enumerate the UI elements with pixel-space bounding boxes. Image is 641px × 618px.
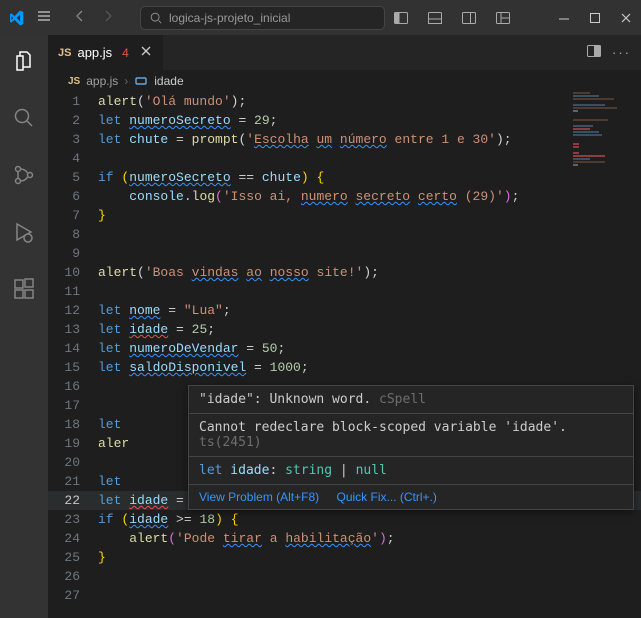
hover-message: Cannot redeclare block-scoped variable '…: [199, 420, 567, 435]
breadcrumb-symbol[interactable]: idade: [154, 74, 183, 88]
line-number: 12: [48, 301, 98, 320]
line-number: 14: [48, 339, 98, 358]
nav-back-icon[interactable]: [72, 8, 88, 27]
activity-bar: [0, 35, 48, 618]
line-number: 24: [48, 529, 98, 548]
tab-label: app.js: [77, 45, 112, 60]
vscode-logo-icon: [8, 10, 24, 26]
command-center[interactable]: logica-js-projeto_inicial: [140, 6, 385, 30]
line-number: 19: [48, 434, 98, 453]
line-number: 6: [48, 187, 98, 206]
line-number: 4: [48, 149, 98, 168]
line-number: 5: [48, 168, 98, 187]
chevron-right-icon: ›: [124, 74, 128, 88]
line-number: 3: [48, 130, 98, 149]
line-number: 17: [48, 396, 98, 415]
maximize-icon[interactable]: [589, 12, 601, 24]
editor-tabs: JS app.js 4 ···: [48, 35, 641, 70]
split-editor-icon[interactable]: [586, 43, 602, 62]
layout-panel-icon[interactable]: [427, 10, 443, 26]
hover-message: "idade": Unknown word.: [199, 392, 371, 407]
search-text: logica-js-projeto_inicial: [169, 11, 290, 25]
line-number: 23: [48, 510, 98, 529]
explorer-icon[interactable]: [6, 43, 42, 82]
hover-widget: "idade": Unknown word. cSpell Cannot red…: [188, 385, 634, 510]
layout-sidebar-left-icon[interactable]: [393, 10, 409, 26]
line-number: 2: [48, 111, 98, 130]
line-number: 10: [48, 263, 98, 282]
editor-area: JS app.js 4 ··· JS app.js › idade 1alert…: [48, 35, 641, 618]
line-number: 16: [48, 377, 98, 396]
line-number: 9: [48, 244, 98, 263]
run-debug-icon[interactable]: [6, 214, 42, 253]
code-editor[interactable]: 1alert('Olá mundo'); 2let numeroSecreto …: [48, 92, 641, 605]
minimap[interactable]: [573, 92, 631, 172]
search-icon: [149, 11, 163, 25]
more-actions-icon[interactable]: ···: [612, 45, 631, 60]
line-number: 26: [48, 567, 98, 586]
minimize-icon[interactable]: [557, 11, 571, 25]
tab-close-icon[interactable]: [139, 44, 153, 61]
line-number: 20: [48, 453, 98, 472]
close-icon[interactable]: [619, 11, 633, 25]
title-bar: logica-js-projeto_inicial: [0, 0, 641, 35]
view-problem-link[interactable]: View Problem (Alt+F8): [199, 490, 319, 504]
line-number: 7: [48, 206, 98, 225]
line-number: 15: [48, 358, 98, 377]
menu-icon[interactable]: [32, 4, 56, 31]
line-number: 18: [48, 415, 98, 434]
breadcrumb-file[interactable]: app.js: [86, 74, 118, 88]
line-number: 25: [48, 548, 98, 567]
tab-app-js[interactable]: JS app.js 4: [48, 35, 164, 70]
extensions-icon[interactable]: [6, 271, 42, 310]
js-file-icon: JS: [58, 47, 71, 59]
line-number: 11: [48, 282, 98, 301]
line-number: 27: [48, 586, 98, 605]
nav-forward-icon[interactable]: [100, 8, 116, 27]
line-number: 13: [48, 320, 98, 339]
search-activity-icon[interactable]: [6, 100, 42, 139]
quick-fix-link[interactable]: Quick Fix... (Ctrl+.): [337, 490, 437, 504]
line-number: 8: [48, 225, 98, 244]
breadcrumbs[interactable]: JS app.js › idade: [48, 70, 641, 92]
layout-customize-icon[interactable]: [495, 10, 511, 26]
variable-icon: [134, 74, 148, 88]
line-number: 1: [48, 92, 98, 111]
tab-problem-badge: 4: [122, 46, 129, 60]
source-control-icon[interactable]: [6, 157, 42, 196]
js-file-icon: JS: [68, 76, 80, 87]
line-number: 21: [48, 472, 98, 491]
layout-sidebar-right-icon[interactable]: [461, 10, 477, 26]
line-number: 22: [48, 491, 98, 510]
